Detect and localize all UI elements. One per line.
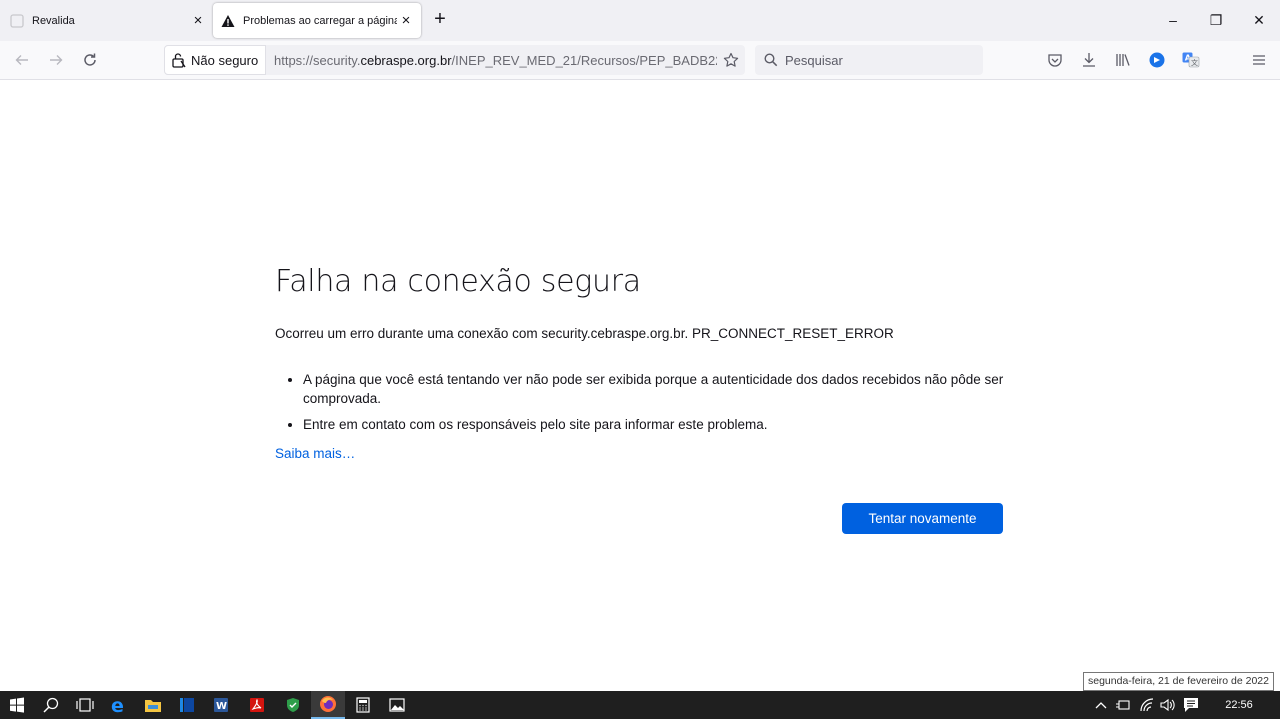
volume-icon[interactable] xyxy=(1158,691,1178,719)
acrobat-icon[interactable] xyxy=(240,691,274,719)
photos-icon[interactable] xyxy=(380,691,414,719)
minimize-button[interactable]: – xyxy=(1163,10,1183,30)
close-window-button[interactable]: ✕ xyxy=(1249,10,1269,30)
tab-title: Problemas ao carregar a página xyxy=(243,14,397,27)
warning-icon xyxy=(221,14,235,28)
tab-close-icon[interactable]: × xyxy=(397,12,415,30)
error-description: Ocorreu um erro durante uma conexão com … xyxy=(275,326,894,341)
back-icon[interactable] xyxy=(11,49,33,71)
new-tab-button[interactable]: + xyxy=(430,9,450,30)
calculator-icon[interactable] xyxy=(346,691,380,719)
tab-strip: Revalida × Problemas ao carregar a págin… xyxy=(0,0,1280,41)
url-path: /INEP_REV_MED_21/Recursos/PEP_BADB221D xyxy=(451,52,717,68)
maximize-button[interactable]: ❐ xyxy=(1206,10,1226,30)
search-icon xyxy=(764,53,778,67)
search-icon[interactable] xyxy=(34,691,68,719)
library-icon[interactable] xyxy=(1112,49,1134,71)
tab-revalida[interactable]: Revalida × xyxy=(0,3,213,38)
url-domain: cebraspe.org.br xyxy=(360,52,452,68)
taskbar-clock[interactable]: 22:56 xyxy=(1212,691,1266,719)
url-prefix: https://security. xyxy=(274,52,361,68)
translate-extension-icon[interactable]: A文 xyxy=(1180,49,1202,71)
wifi-icon[interactable] xyxy=(1136,691,1158,719)
unlocked-padlock-icon xyxy=(172,52,186,68)
list-item: A página que você está tentando ver não … xyxy=(303,370,1005,408)
app-blue-icon[interactable] xyxy=(170,691,204,719)
tab-error-page[interactable]: Problemas ao carregar a página × xyxy=(213,3,421,38)
tab-title: Revalida xyxy=(32,14,75,27)
notifications-icon[interactable] xyxy=(1180,691,1202,719)
reload-icon[interactable] xyxy=(79,49,101,71)
error-details-list: A página que você está tentando ver não … xyxy=(275,370,1005,434)
search-placeholder: Pesquisar xyxy=(785,52,843,68)
task-view-icon[interactable] xyxy=(68,691,102,719)
bookmark-star-icon[interactable] xyxy=(717,52,745,68)
pocket-icon[interactable] xyxy=(1044,49,1066,71)
page-icon xyxy=(10,13,24,28)
site-security-button[interactable]: Não seguro xyxy=(164,45,266,75)
chevron-up-icon[interactable] xyxy=(1092,691,1110,719)
url-text[interactable]: https://security.cebraspe.org.br/INEP_RE… xyxy=(266,53,717,68)
windows-start-icon[interactable] xyxy=(0,691,34,719)
firefox-icon[interactable] xyxy=(311,691,345,719)
svg-text:文: 文 xyxy=(1191,58,1198,67)
word-icon[interactable]: W xyxy=(204,691,238,719)
downloads-icon[interactable] xyxy=(1078,49,1100,71)
learn-more-link[interactable]: Saiba mais… xyxy=(275,446,355,461)
file-explorer-icon[interactable] xyxy=(136,691,170,719)
svg-text:e: e xyxy=(111,696,124,714)
error-container: Falha na conexão segura Ocorreu um erro … xyxy=(275,262,1005,463)
tab-close-icon[interactable]: × xyxy=(189,12,207,30)
forward-icon[interactable] xyxy=(45,49,67,71)
search-input[interactable]: Pesquisar xyxy=(755,45,983,75)
list-item: Entre em contato com os responsáveis pel… xyxy=(303,415,1005,434)
navigation-toolbar: Não seguro https://security.cebraspe.org… xyxy=(0,41,1280,80)
not-secure-label: Não seguro xyxy=(191,52,259,68)
menu-icon[interactable] xyxy=(1248,49,1270,71)
page-title: Falha na conexão segura xyxy=(275,264,641,299)
extension-blue-icon[interactable] xyxy=(1146,49,1168,71)
url-bar[interactable]: Não seguro https://security.cebraspe.org… xyxy=(164,45,745,75)
try-again-button[interactable]: Tentar novamente xyxy=(842,503,1003,534)
network-device-icon[interactable] xyxy=(1113,691,1133,719)
date-tooltip: segunda-feira, 21 de fevereiro de 2022 xyxy=(1083,672,1274,691)
edge-icon[interactable]: e xyxy=(102,691,136,719)
taskbar: e W 22:56 xyxy=(0,691,1280,719)
svg-text:W: W xyxy=(216,701,227,712)
security-shield-icon[interactable] xyxy=(276,691,310,719)
